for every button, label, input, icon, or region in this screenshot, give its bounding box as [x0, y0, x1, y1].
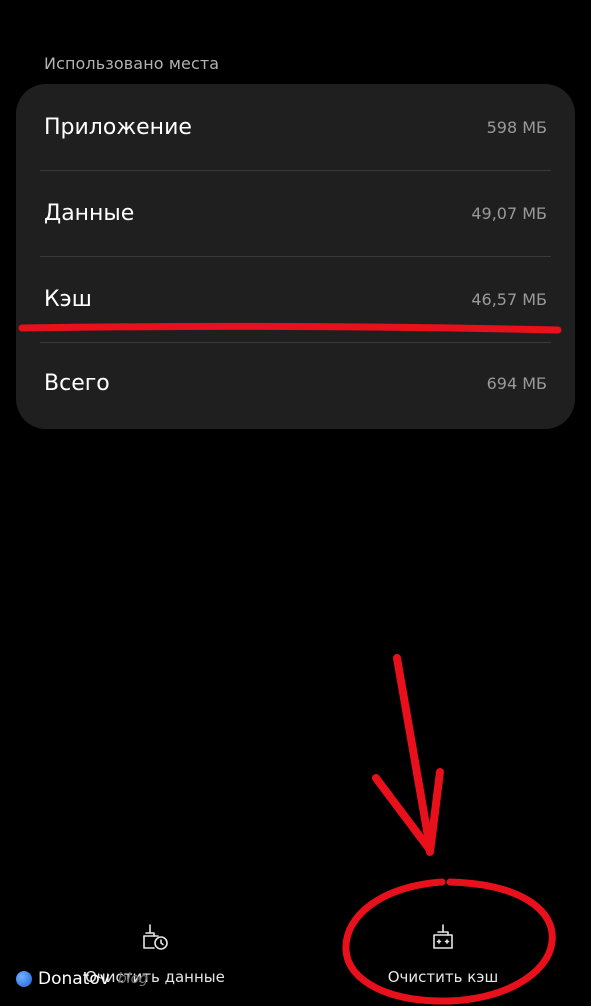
annotation-arrow-shaft [393, 654, 434, 852]
row-label: Всего [44, 370, 110, 396]
watermark-brand: Donatov [38, 969, 110, 989]
storage-row-app: Приложение 598 МБ [44, 84, 547, 170]
row-value: 46,57 МБ [471, 289, 547, 309]
section-title: Использовано места [44, 54, 220, 73]
watermark-logo-icon [16, 971, 32, 987]
storage-row-total: Всего 694 МБ [44, 340, 547, 426]
broom-clock-icon [140, 922, 170, 956]
watermark-suffix: blog [117, 971, 149, 987]
clear-cache-button[interactable]: Очистить кэш [343, 922, 543, 986]
row-label: Приложение [44, 114, 192, 140]
storage-card: Приложение 598 МБ Данные 49,07 МБ Кэш 46… [16, 84, 575, 429]
storage-row-cache: Кэш 46,57 МБ [44, 256, 547, 342]
row-label: Кэш [44, 286, 92, 312]
row-label: Данные [44, 200, 135, 226]
annotation-arrow-head-right [426, 768, 444, 856]
annotation-arrow-head-left [372, 774, 434, 854]
broom-icon [428, 922, 458, 956]
row-value: 598 МБ [486, 117, 547, 137]
row-value: 694 МБ [486, 373, 547, 393]
clear-cache-label: Очистить кэш [387, 968, 499, 986]
row-value: 49,07 МБ [471, 203, 547, 223]
watermark: Donatov blog [16, 969, 148, 989]
storage-row-data: Данные 49,07 МБ [44, 170, 547, 256]
